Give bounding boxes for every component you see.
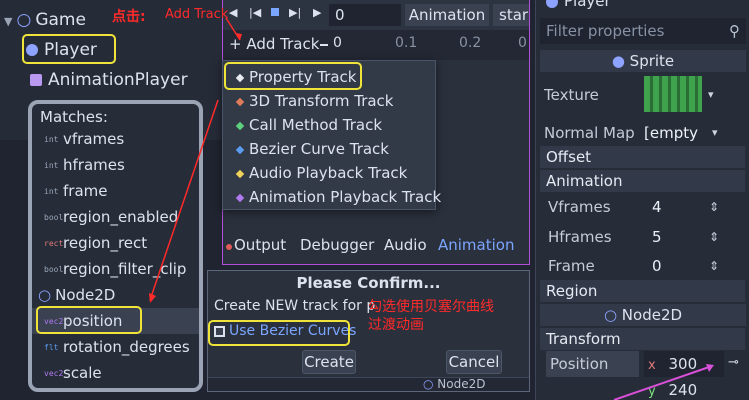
annotation-arrows [149, 17, 714, 400]
arrow-to-key [613, 365, 713, 400]
arrow-to-position [149, 99, 219, 301]
arrow-head [149, 293, 156, 303]
